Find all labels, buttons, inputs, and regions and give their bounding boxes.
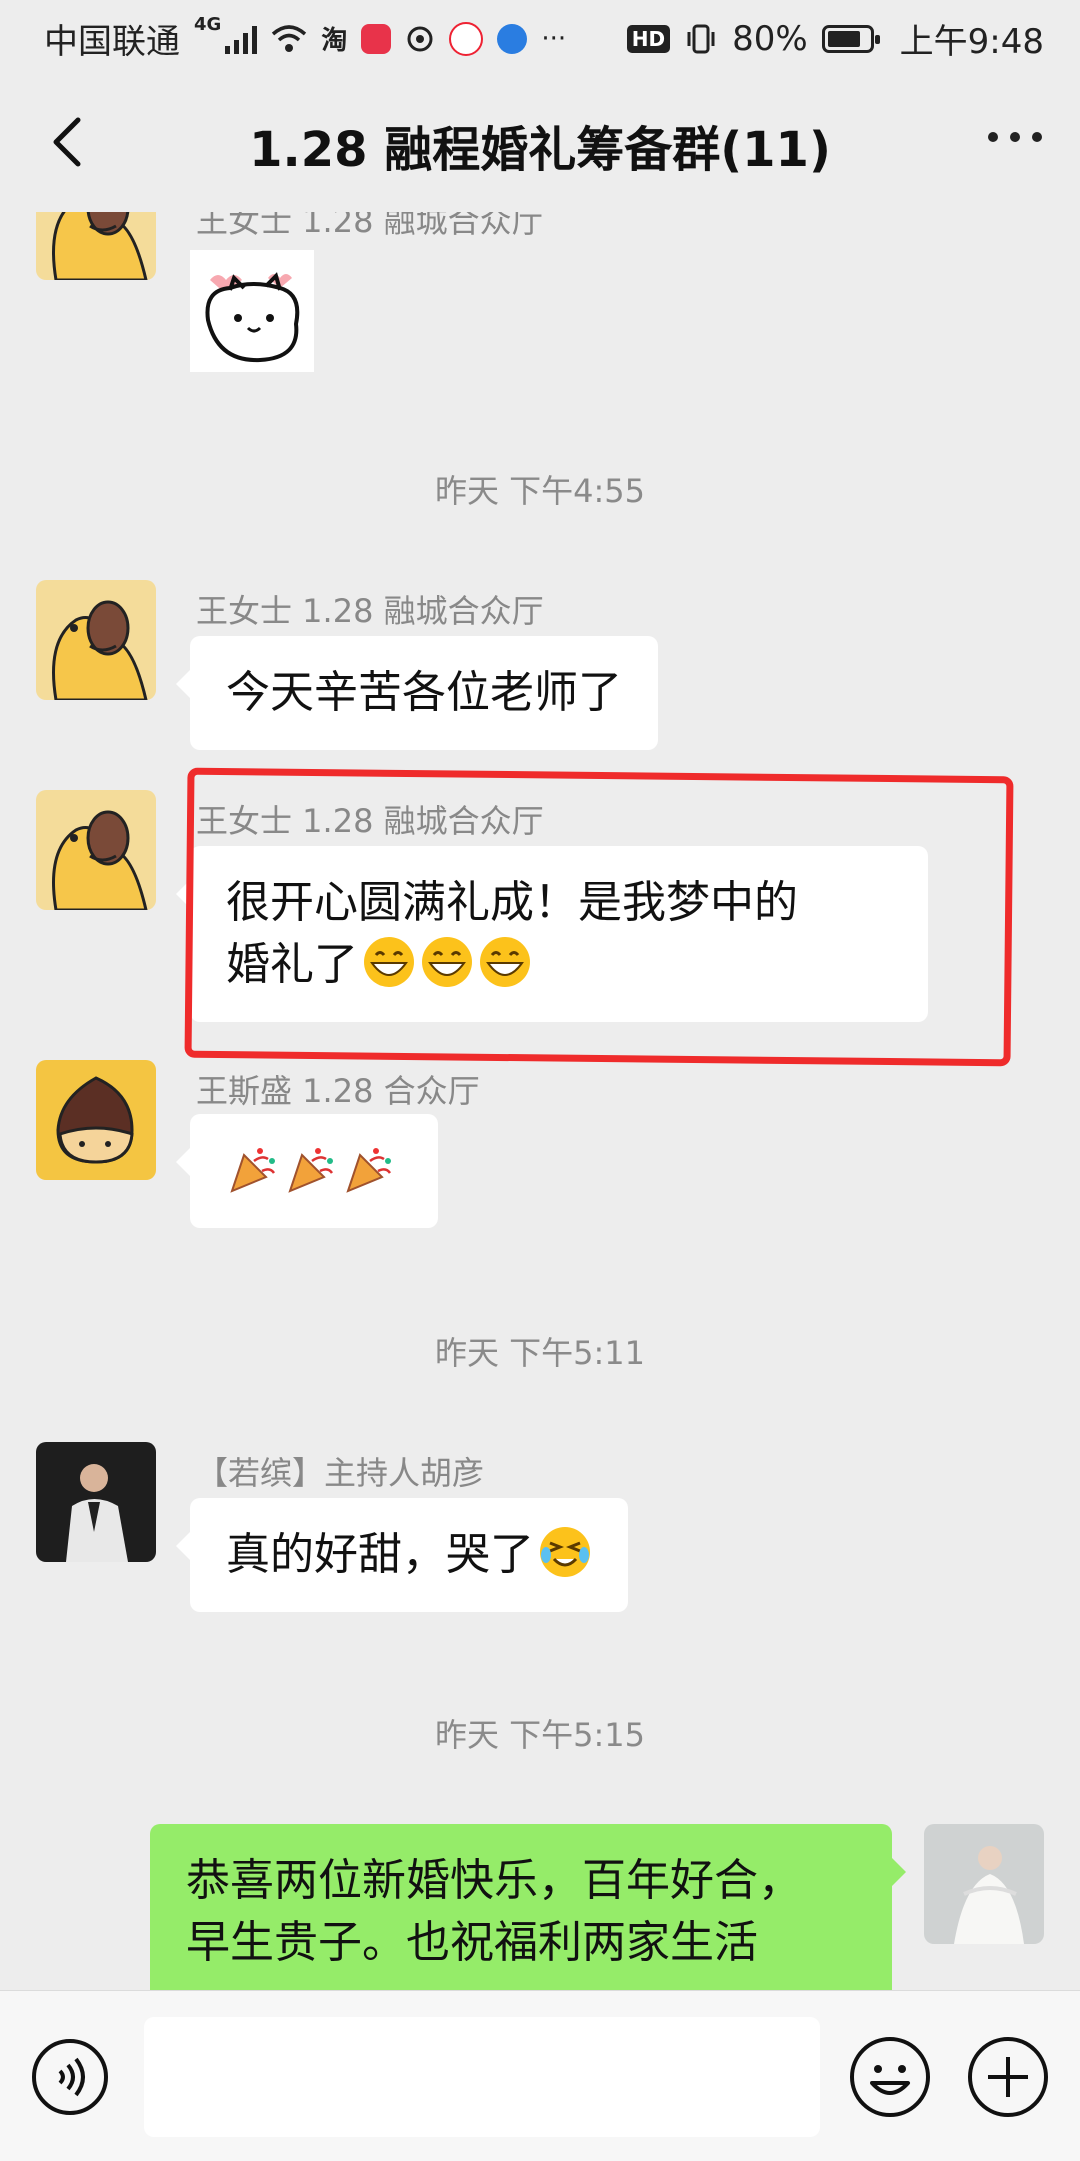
bride-photo-avatar-icon	[924, 1824, 1044, 1944]
chat-title: 1.28 融程婚礼筹备群(11)	[249, 122, 831, 178]
carrier-label: 中国联通	[44, 22, 180, 62]
sender-name: 【若缤】主持人胡彦	[196, 1454, 485, 1492]
more-options-icon[interactable]	[988, 132, 1042, 142]
crying-laughing-emoji-icon	[540, 1527, 590, 1577]
message-input[interactable]	[144, 2017, 820, 2137]
avatar[interactable]	[36, 790, 156, 910]
network-type: 4G	[194, 14, 222, 35]
message-bubble[interactable]: 今天辛苦各位老师了	[176, 636, 658, 750]
sweet-potato-avatar-icon	[36, 790, 156, 910]
signal-icon	[225, 24, 258, 54]
message-text: 今天辛苦各位老师了	[226, 667, 622, 718]
hotspot-icon	[407, 26, 433, 51]
book-app-icon	[361, 23, 392, 54]
message-text-line: 恭喜两位新婚快乐，百年好合，	[186, 1855, 802, 1906]
emoji-picker-icon[interactable]	[848, 2035, 932, 2119]
sweet-potato-avatar-icon	[36, 212, 156, 280]
timestamp: 昨天 下午5:11	[434, 1334, 646, 1372]
voice-input-icon[interactable]	[30, 2037, 110, 2117]
host-photo-avatar-icon	[36, 1442, 156, 1562]
red-highlight-box	[184, 767, 1014, 1067]
sender-name: 王女士 1.28 融城合众厅	[196, 592, 544, 630]
sender-name: 王斯盛 1.28 合众厅	[196, 1072, 480, 1110]
wifi-icon	[272, 24, 307, 52]
avatar[interactable]	[36, 1442, 156, 1562]
avatar[interactable]	[36, 1060, 156, 1180]
clock: 上午9:48	[899, 22, 1044, 62]
map-pin-app-icon	[449, 21, 484, 56]
add-more-icon[interactable]	[966, 2035, 1050, 2119]
message-bubble[interactable]: 真的好甜，哭了	[176, 1498, 628, 1612]
vibrate-icon	[687, 24, 715, 53]
party-popper-emoji-icon	[346, 1148, 392, 1193]
message-text: 真的好甜，哭了	[226, 1529, 534, 1580]
message-bubble[interactable]	[176, 1114, 438, 1228]
self-message-bubble[interactable]: 恭喜两位新婚快乐，百年好合， 早生贵子。也祝福利两家生活	[150, 1824, 906, 1990]
party-popper-emoji-icon	[230, 1148, 276, 1193]
cat-sticker[interactable]	[190, 250, 314, 372]
message-text-line: 早生贵子。也祝福利两家生活	[186, 1917, 758, 1968]
sender-name: 王女士 1.28 融城合众厅	[196, 212, 544, 240]
timestamp: 昨天 下午5:15	[434, 1716, 646, 1754]
battery-percent: 80%	[732, 18, 808, 59]
battery-icon	[821, 24, 880, 53]
avatar[interactable]	[36, 580, 156, 700]
message-list[interactable]: 王女士 1.28 融城合众厅 昨天 下午4:55 王女士 1.28 融城合众厅 …	[0, 212, 1080, 1990]
input-bar	[0, 1990, 1080, 2161]
party-popper-emoji-icon	[288, 1148, 334, 1193]
hd-badge: HD	[626, 24, 671, 53]
avatar[interactable]	[36, 212, 156, 280]
status-bar: 中国联通 4G 淘 ··· HD 80% 上午9:48	[0, 0, 1080, 72]
taobao-icon: 淘	[321, 26, 348, 56]
timestamp: 昨天 下午4:55	[434, 472, 646, 510]
more-notifications: ···	[541, 23, 567, 54]
sweet-potato-avatar-icon	[36, 580, 156, 700]
chat-header: 1.28 融程婚礼筹备群(11)	[0, 72, 1080, 212]
chestnut-avatar-icon	[36, 1060, 156, 1180]
cat-sticker-icon	[205, 272, 300, 363]
battery-level	[827, 30, 860, 47]
browser-app-icon	[497, 23, 528, 54]
self-avatar[interactable]	[924, 1824, 1044, 1944]
